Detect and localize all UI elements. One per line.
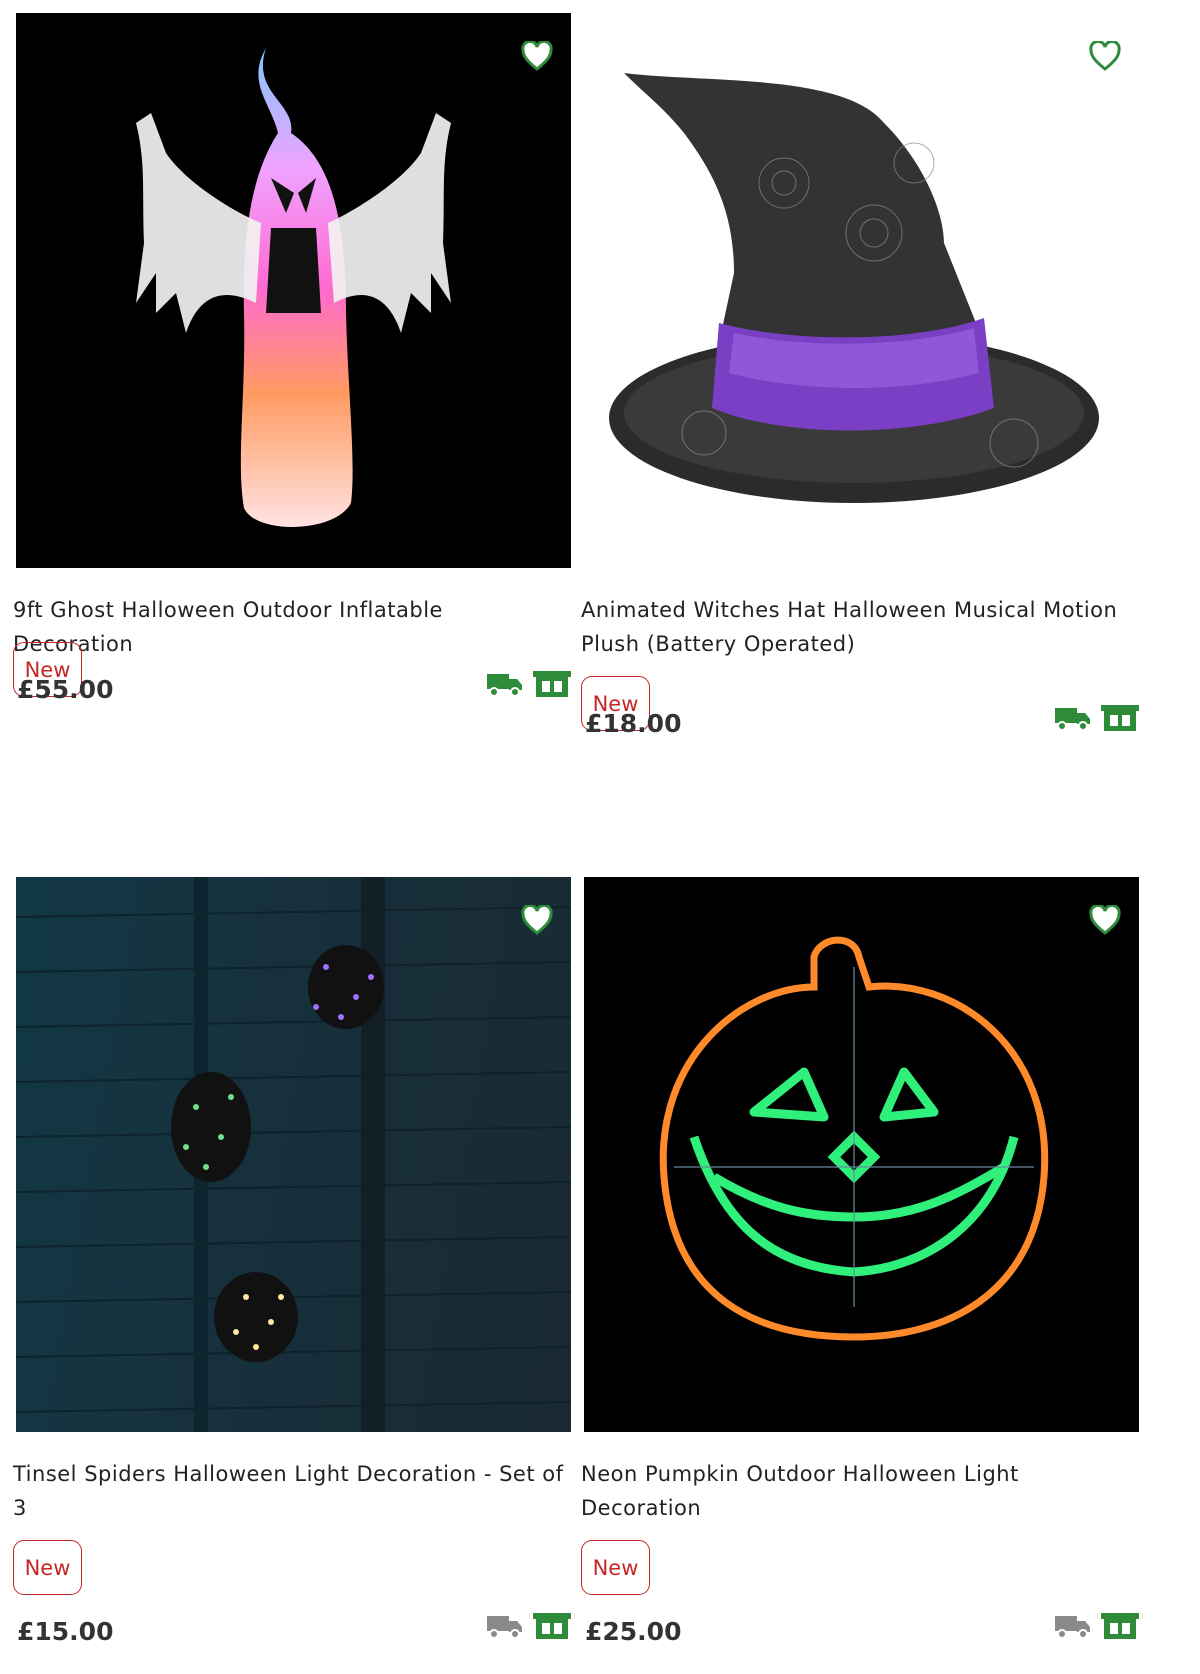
wishlist-heart-icon[interactable] xyxy=(1089,903,1121,935)
fulfilment-icons xyxy=(1055,705,1139,731)
truck-icon xyxy=(1055,1616,1090,1639)
product-title[interactable]: 9ft Ghost Halloween Outdoor Inflatable D… xyxy=(13,593,568,661)
neon-pumpkin-illustration xyxy=(659,936,1049,1341)
ghost-illustration xyxy=(136,48,451,527)
store-icon xyxy=(1101,705,1139,731)
tinsel-spiders-illustration xyxy=(16,877,571,1432)
product-title[interactable]: Neon Pumpkin Outdoor Halloween Light Dec… xyxy=(581,1457,1136,1525)
product-image[interactable] xyxy=(584,13,1139,568)
product-image[interactable] xyxy=(16,13,571,568)
product-card[interactable]: Tinsel Spiders Halloween Light Decoratio… xyxy=(13,877,571,1667)
product-price: £18.00 xyxy=(585,709,682,738)
store-icon xyxy=(533,671,571,697)
wishlist-heart-icon[interactable] xyxy=(1089,39,1121,71)
product-card[interactable]: 9ft Ghost Halloween Outdoor Inflatable D… xyxy=(13,13,571,773)
fulfilment-icons xyxy=(487,1613,571,1639)
product-price: £25.00 xyxy=(585,1617,682,1646)
store-icon xyxy=(533,1613,571,1639)
product-image[interactable] xyxy=(584,877,1139,1432)
witch-hat-illustration xyxy=(609,73,1099,503)
wishlist-heart-icon[interactable] xyxy=(521,39,553,71)
product-card[interactable]: Animated Witches Hat Halloween Musical M… xyxy=(581,13,1139,773)
product-title[interactable]: Tinsel Spiders Halloween Light Decoratio… xyxy=(13,1457,568,1525)
fulfilment-icons xyxy=(1055,1613,1139,1639)
store-icon xyxy=(1101,1613,1139,1639)
truck-icon xyxy=(1055,708,1090,731)
product-image[interactable] xyxy=(16,877,571,1432)
product-price: £15.00 xyxy=(17,1617,114,1646)
new-badge: New xyxy=(581,1540,650,1595)
new-badge: New xyxy=(13,1540,82,1595)
product-title[interactable]: Animated Witches Hat Halloween Musical M… xyxy=(581,593,1136,661)
fulfilment-icons xyxy=(487,671,571,697)
product-card[interactable]: Neon Pumpkin Outdoor Halloween Light Dec… xyxy=(581,877,1139,1667)
wishlist-heart-icon[interactable] xyxy=(521,903,553,935)
product-price: £55.00 xyxy=(17,675,114,704)
truck-icon xyxy=(487,1616,522,1639)
truck-icon xyxy=(487,674,522,697)
